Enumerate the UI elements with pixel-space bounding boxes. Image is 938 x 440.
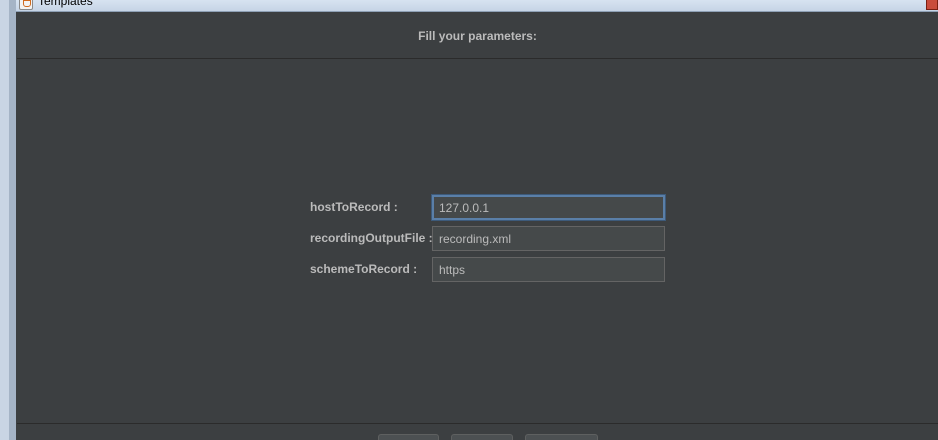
scheme-to-record-input[interactable] [432,257,665,282]
dialog-header: Fill your parameters: [17,12,938,59]
title-bar[interactable]: Templates [16,0,938,12]
page-title: Fill your parameters: [418,29,537,43]
button-bar [17,423,938,440]
host-to-record-input[interactable] [432,195,665,220]
host-to-record-label: hostToRecord : [310,200,398,214]
window-frame-edge [0,0,16,440]
window-title: Templates [38,0,93,8]
dialog-button-1[interactable] [378,434,439,440]
close-icon[interactable] [926,0,938,10]
scheme-to-record-label: schemeToRecord : [310,262,418,276]
templates-dialog: Templates Fill your parameters: hostToRe… [0,0,938,440]
recording-output-file-input[interactable] [432,226,665,251]
recording-output-file-label: recordingOutputFile : [310,231,433,245]
dialog-button-2[interactable] [451,434,513,440]
java-cup-icon [19,0,33,10]
frame-inner-edge [9,0,16,440]
dialog-button-3[interactable] [525,434,598,440]
